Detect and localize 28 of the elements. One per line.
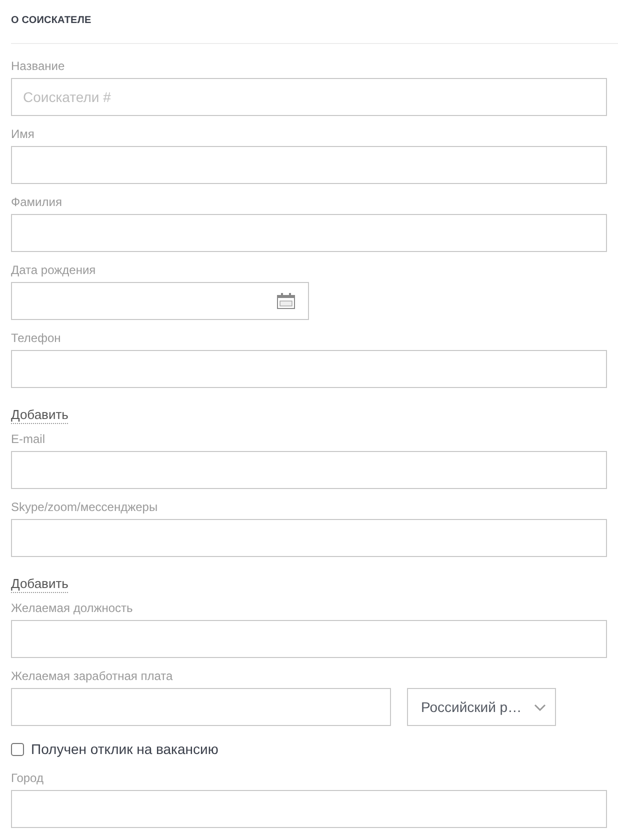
field-label: Имя xyxy=(11,126,34,142)
checkbox-label[interactable]: Получен отклик на вакансию xyxy=(31,741,218,757)
add-link[interactable]: Добавить xyxy=(11,407,68,424)
field-label: Фамилия xyxy=(11,194,62,210)
field-label: E-mail xyxy=(11,431,46,447)
field-label: Skype/zoom/мессенджеры xyxy=(11,499,158,515)
field-label: Название xyxy=(11,58,65,74)
input-field[interactable] xyxy=(11,688,391,726)
input-field[interactable] xyxy=(11,350,607,388)
field-label: Дата рождения xyxy=(11,262,96,278)
calendar-icon[interactable] xyxy=(277,293,295,309)
input-field[interactable] xyxy=(11,146,607,184)
input-field[interactable] xyxy=(11,214,607,252)
field-label: Желаемая должность xyxy=(11,600,133,616)
date-field[interactable] xyxy=(11,282,309,320)
input-field[interactable] xyxy=(11,451,607,489)
input-field[interactable] xyxy=(11,519,607,557)
section-title: О СОИСКАТЕЛЕ xyxy=(11,14,92,28)
field-label: Телефон xyxy=(11,330,61,346)
input-field[interactable]: Соискатели # xyxy=(11,78,607,116)
chevron-down-icon xyxy=(534,704,546,710)
field-label: Город xyxy=(11,770,44,786)
checkbox[interactable] xyxy=(11,742,24,756)
currency-select[interactable]: Российский р… xyxy=(407,688,556,726)
input-field[interactable] xyxy=(11,620,607,658)
field-label: Желаемая заработная плата xyxy=(11,668,173,684)
add-link[interactable]: Добавить xyxy=(11,576,68,593)
input-field[interactable] xyxy=(11,790,607,828)
